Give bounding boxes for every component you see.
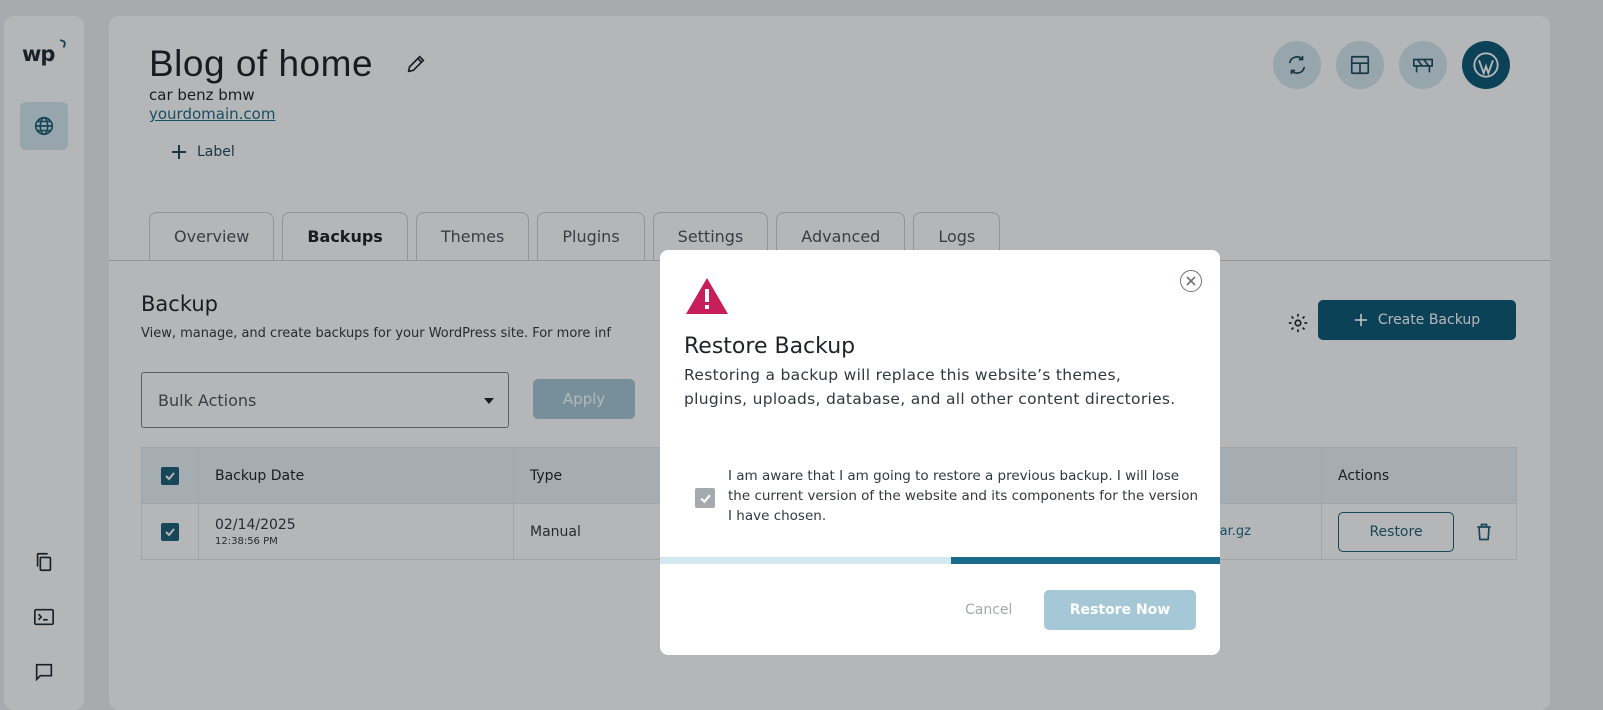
progress-bar [660,557,1220,564]
warning-icon [686,278,728,314]
cancel-button[interactable]: Cancel [965,602,1012,618]
progress-fill [951,557,1220,564]
confirm-checkbox-label: I am aware that I am going to restore a … [728,468,1199,524]
confirm-checkbox[interactable] [695,488,715,508]
close-icon [1186,276,1196,286]
restore-now-button[interactable]: Restore Now [1044,590,1196,630]
check-icon [699,494,711,503]
close-modal-button[interactable] [1180,270,1202,292]
modal-title: Restore Backup [684,334,856,359]
modal-description: Restoring a backup will replace this web… [684,366,1176,408]
restore-backup-modal: Restore Backup Restoring a backup will r… [660,250,1220,655]
